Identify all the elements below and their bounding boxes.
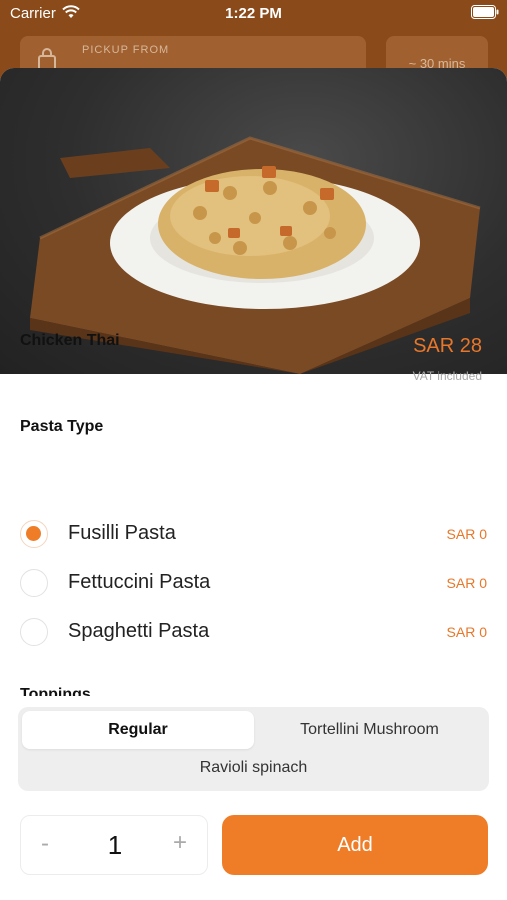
option-price: SAR 0 [446, 624, 487, 640]
quantity-stepper: - 1 + [20, 815, 208, 875]
pasta-type-title: Pasta Type [20, 418, 104, 435]
status-time: 1:22 PM [225, 5, 282, 22]
toppings-title: Toppings [20, 686, 91, 696]
option-price: SAR 0 [446, 526, 487, 542]
radio-button-selected[interactable] [20, 520, 48, 548]
battery-icon [471, 5, 499, 19]
status-bar: Carrier 1:22 PM [0, 0, 507, 30]
segment-ravioli-spinach[interactable]: Ravioli spinach [22, 749, 485, 787]
radio-button[interactable] [20, 618, 48, 646]
segment-tortellini-mushroom[interactable]: Tortellini Mushroom [254, 711, 485, 749]
add-to-cart-button[interactable]: Add [222, 815, 488, 875]
option-price: SAR 0 [446, 575, 487, 591]
radio-button[interactable] [20, 569, 48, 597]
option-spaghetti-pasta[interactable]: Spaghetti Pasta SAR 0 [0, 612, 507, 656]
pasta-dish-illustration [30, 136, 481, 374]
pickup-label: PICKUP FROM [82, 44, 170, 56]
pasta-dish-photo [0, 68, 507, 374]
vat-note: VAT included [412, 369, 482, 383]
option-fettuccini-pasta[interactable]: Fettuccini Pasta SAR 0 [0, 563, 507, 607]
option-label: Spaghetti Pasta [68, 620, 210, 642]
item-name: Chicken Thai [20, 332, 120, 349]
increment-button[interactable]: + [173, 829, 187, 857]
segment-regular[interactable]: Regular [22, 711, 254, 749]
option-fusilli-pasta[interactable]: Fusilli Pasta SAR 0 [0, 514, 507, 558]
option-label: Fusilli Pasta [68, 522, 176, 544]
option-label: Fettuccini Pasta [68, 571, 211, 593]
pasta-variant-segmented-control: Regular Tortellini Mushroom Ravioli spin… [18, 707, 489, 791]
item-price: SAR 28 [413, 335, 482, 357]
